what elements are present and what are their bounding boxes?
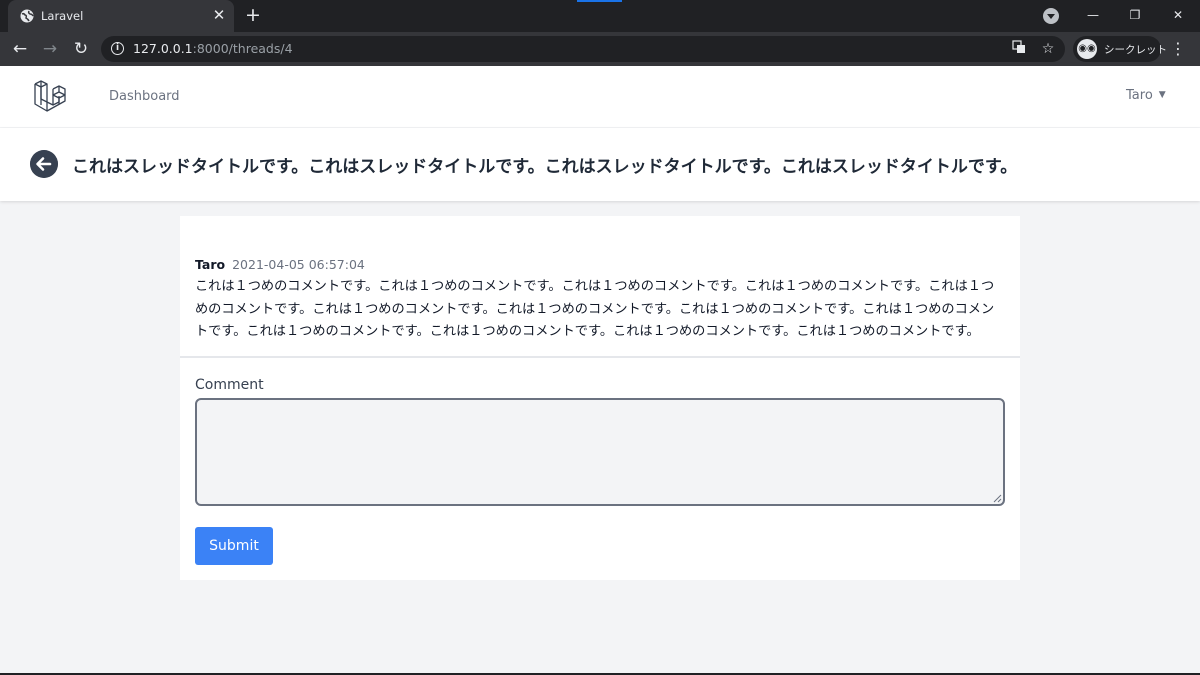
comment-meta: Taro 2021-04-05 06:57:04 — [195, 257, 365, 272]
new-tab-button[interactable]: + — [243, 5, 263, 25]
url-text[interactable]: 127.0.0.1:8000/threads/4 — [133, 41, 293, 56]
comment-timestamp: 2021-04-05 06:57:04 — [232, 257, 365, 272]
tab-strip-indicator — [577, 0, 622, 2]
user-name: Taro — [1126, 88, 1153, 103]
window-close-button[interactable]: ✕ — [1165, 4, 1191, 26]
back-arrow-icon[interactable]: ← — [9, 38, 31, 60]
resize-handle-icon[interactable] — [992, 493, 1002, 503]
globe-icon — [20, 9, 34, 23]
page-title: これはスレッドタイトルです。これはスレッドタイトルです。これはスレッドタイトルで… — [72, 157, 1018, 177]
incognito-label: シークレット — [1104, 44, 1167, 56]
star-icon[interactable]: ☆ — [1039, 40, 1057, 58]
comment-item: Taro 2021-04-05 06:57:04 これは１つめのコメントです。こ… — [180, 216, 1020, 358]
incognito-icon: ◉◉ — [1077, 39, 1097, 59]
browser-tab-bar: Laravel ✕ + — ❐ ✕ — [0, 0, 1200, 32]
forward-arrow-icon[interactable]: → — [39, 38, 61, 60]
address-bar[interactable]: i 127.0.0.1:8000/threads/4 ☆ — [101, 36, 1065, 62]
restore-button[interactable]: ❐ — [1122, 4, 1148, 26]
browser-menu-icon[interactable]: ⋮ — [1170, 39, 1186, 59]
comment-label: Comment — [195, 377, 264, 393]
tab-search-icon[interactable] — [1043, 8, 1059, 24]
tab-title: Laravel — [41, 9, 84, 23]
comment-body: これは１つめのコメントです。これは１つめのコメントです。これは１つめのコメントで… — [195, 279, 995, 339]
close-icon[interactable]: ✕ — [210, 6, 228, 24]
comment-author: Taro — [195, 257, 226, 272]
browser-toolbar: ← → ↻ i 127.0.0.1:8000/threads/4 ☆ ◉◉ シー… — [0, 32, 1200, 66]
minimize-button[interactable]: — — [1080, 4, 1106, 26]
url-host: 127.0.0.1 — [133, 41, 193, 56]
back-arrow-icon[interactable] — [30, 150, 58, 178]
browser-tab[interactable]: Laravel ✕ — [8, 0, 234, 32]
nav-link-dashboard[interactable]: Dashboard — [109, 89, 180, 104]
submit-button[interactable]: Submit — [195, 527, 273, 565]
page-header: これはスレッドタイトルです。これはスレッドタイトルです。これはスレッドタイトルで… — [0, 128, 1200, 201]
translate-icon[interactable] — [1010, 40, 1028, 58]
translate-glyph — [1012, 40, 1025, 53]
incognito-indicator[interactable]: ◉◉ シークレット — [1073, 36, 1167, 62]
url-path: :8000/threads/4 — [192, 41, 293, 56]
app-navigation: Dashboard Taro ▼ — [0, 66, 1200, 128]
reload-icon[interactable]: ↻ — [70, 38, 92, 60]
laravel-logo-icon[interactable] — [33, 78, 67, 112]
chevron-down-icon: ▼ — [1158, 90, 1166, 100]
info-icon[interactable]: i — [111, 42, 124, 55]
thread-card: Taro 2021-04-05 06:57:04 これは１つめのコメントです。こ… — [180, 216, 1020, 580]
user-dropdown[interactable]: Taro ▼ — [1126, 88, 1166, 103]
comment-input[interactable] — [195, 398, 1005, 506]
